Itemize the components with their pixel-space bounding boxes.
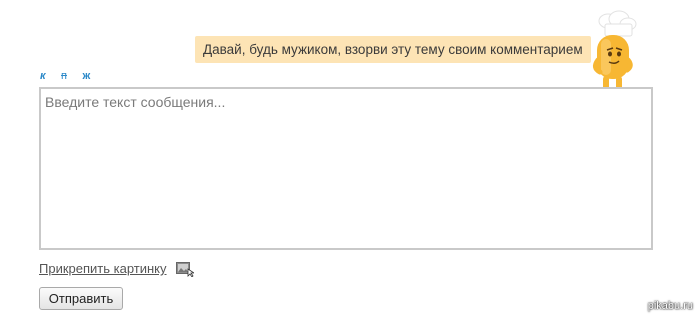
- format-toolbar: к п ж: [40, 66, 101, 82]
- tooltip-bubble: Давай, будь мужиком, взорви эту тему сво…: [195, 36, 591, 63]
- italic-button[interactable]: к: [40, 70, 46, 82]
- attach-image-link[interactable]: Прикрепить картинку: [39, 261, 167, 276]
- tooltip-tail: [572, 54, 582, 62]
- submit-button[interactable]: Отправить: [39, 287, 123, 310]
- comment-editor: [39, 87, 653, 250]
- watermark: pikabu.ru: [647, 300, 693, 312]
- image-attach-icon[interactable]: [176, 262, 194, 277]
- bold-button[interactable]: ж: [82, 70, 90, 82]
- tooltip-text: Давай, будь мужиком, взорви эту тему сво…: [203, 42, 583, 57]
- comment-textarea[interactable]: [41, 89, 651, 248]
- strikethrough-button[interactable]: п: [61, 70, 67, 82]
